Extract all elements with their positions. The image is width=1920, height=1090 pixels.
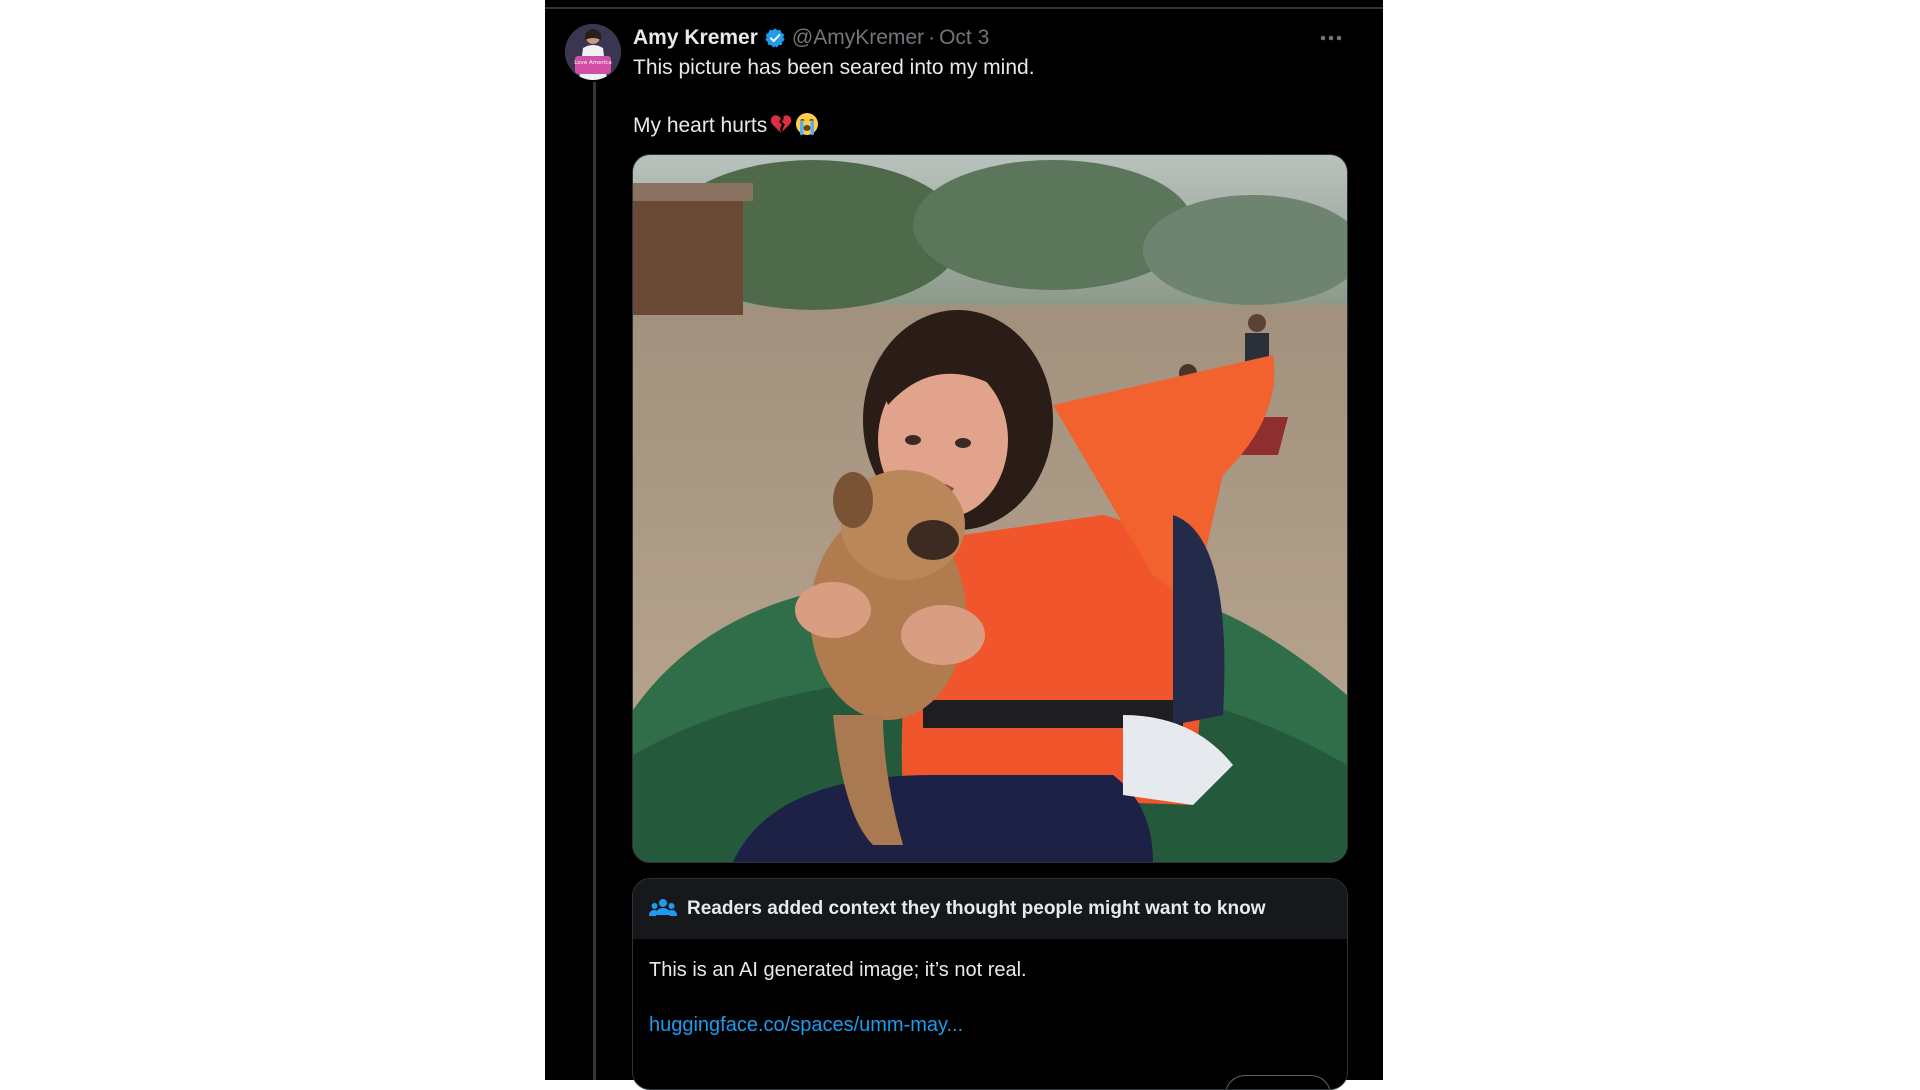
tweet-text-line2: My heart hurts	[633, 112, 819, 138]
verified-badge-icon[interactable]	[764, 27, 786, 49]
community-note: Readers added context they thought peopl…	[632, 878, 1348, 1090]
community-note-title: Readers added context they thought peopl…	[687, 898, 1266, 919]
community-note-text: This is an AI generated image; it’s not …	[649, 959, 1027, 981]
post-date[interactable]: Oct 3	[939, 26, 989, 50]
tweet-image[interactable]	[632, 154, 1348, 863]
loudly-crying-face-emoji-icon	[795, 112, 819, 136]
more-horizontal-icon[interactable]	[1317, 28, 1345, 48]
author-name[interactable]: Amy Kremer	[633, 26, 758, 50]
header-separator: ·	[928, 26, 936, 49]
tweet-text-line2-text: My heart hurts	[633, 114, 768, 137]
avatar-sign-text: Love America	[574, 60, 611, 66]
rate-note-button[interactable]	[1225, 1075, 1331, 1089]
people-icon	[649, 897, 677, 921]
tweet-text-line1: This picture has been seared into my min…	[633, 56, 1035, 79]
avatar[interactable]: Love America	[565, 24, 621, 80]
community-note-header: Readers added context they thought peopl…	[633, 879, 1347, 939]
community-note-source-link[interactable]: huggingface.co/spaces/umm-may...	[649, 1014, 963, 1037]
thread-line	[593, 82, 596, 1080]
tweet-header: Amy Kremer @AmyKremer · Oct 3	[633, 24, 989, 52]
broken-heart-emoji-icon	[769, 112, 793, 136]
author-handle[interactable]: @AmyKremer	[792, 26, 924, 50]
timeline-column: Love America Amy Kremer @AmyKremer · Oct…	[545, 0, 1383, 1090]
top-divider	[545, 7, 1383, 9]
